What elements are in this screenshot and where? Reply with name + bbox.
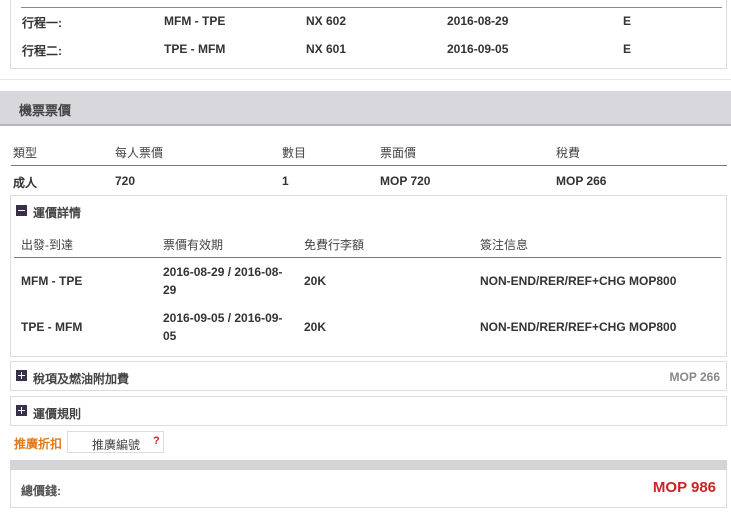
fare-rules-panel[interactable]: 運價規則 bbox=[10, 396, 727, 426]
expand-icon[interactable] bbox=[16, 370, 27, 381]
itinerary-class: E bbox=[623, 14, 632, 28]
details-endorsement: NON-END/RER/REF+CHG MOP800 bbox=[480, 320, 677, 334]
expand-icon[interactable] bbox=[16, 405, 27, 416]
fare-header-divider bbox=[11, 165, 727, 166]
fare-header-per-person: 每人票價 bbox=[115, 146, 164, 160]
details-validity: 2016-08-29 / 2016-08- bbox=[163, 265, 283, 279]
itinerary-flight: NX 601 bbox=[306, 42, 347, 56]
total-label: 總價錢: bbox=[21, 484, 61, 498]
taxes-toggle[interactable]: 稅項及燃油附加費 bbox=[33, 370, 129, 387]
details-route: MFM - TPE bbox=[21, 274, 83, 288]
fare-type: 成人 bbox=[13, 176, 38, 190]
fare-header-face: 票面價 bbox=[380, 146, 417, 160]
fare-face-value: MOP 720 bbox=[380, 174, 431, 188]
fare-header-type: 類型 bbox=[13, 146, 38, 160]
total-header-bar bbox=[10, 460, 727, 470]
fare-rules-toggle[interactable]: 運價規則 bbox=[33, 405, 81, 422]
fare-header-tax: 稅費 bbox=[556, 146, 581, 160]
itinerary-divider bbox=[21, 7, 722, 8]
details-baggage: 20K bbox=[304, 320, 327, 334]
promo-code-placeholder: 推廣編號 bbox=[92, 438, 141, 452]
taxes-value: MOP 266 bbox=[669, 370, 720, 384]
fare-per-person: 720 bbox=[115, 174, 136, 188]
section-separator bbox=[0, 79, 731, 80]
fare-tax: MOP 266 bbox=[556, 174, 607, 188]
itinerary-date: 2016-08-29 bbox=[447, 14, 509, 28]
promo-label: 推廣折扣 bbox=[14, 437, 63, 451]
details-validity: 2016-09-05 / 2016-09- bbox=[163, 311, 283, 325]
itinerary-flight: NX 602 bbox=[306, 14, 347, 28]
details-validity-cont: 29 bbox=[163, 283, 177, 297]
itinerary-row: 行程一: MFM - TPE NX 602 2016-08-29 E bbox=[11, 14, 726, 34]
details-header-endorsement: 簽注信息 bbox=[480, 238, 529, 252]
details-route: TPE - MFM bbox=[21, 320, 83, 334]
total-box: 總價錢: MOP 986 bbox=[10, 470, 727, 508]
details-header-validity: 票價有效期 bbox=[163, 238, 224, 252]
fare-header-count: 數目 bbox=[282, 146, 307, 160]
fare-details-toggle[interactable]: 運價詳情 bbox=[33, 204, 81, 221]
itinerary-label: 行程一: bbox=[22, 16, 62, 30]
itinerary-date: 2016-09-05 bbox=[447, 42, 509, 56]
promo-code-input[interactable]: 推廣編號 ? bbox=[67, 431, 164, 453]
details-baggage: 20K bbox=[304, 274, 327, 288]
itinerary-route: MFM - TPE bbox=[164, 14, 226, 28]
taxes-panel[interactable]: 稅項及燃油附加費 MOP 266 bbox=[10, 361, 727, 391]
itinerary-class: E bbox=[623, 42, 632, 56]
details-validity-cont: 05 bbox=[163, 329, 177, 343]
details-header-route: 出發-到達 bbox=[21, 238, 73, 252]
fare-count: 1 bbox=[282, 174, 289, 188]
details-header-baggage: 免費行李額 bbox=[304, 238, 365, 252]
help-icon[interactable]: ? bbox=[153, 435, 160, 447]
itinerary-row: 行程二: TPE - MFM NX 601 2016-09-05 E bbox=[11, 42, 726, 62]
itinerary-box: 行程一: MFM - TPE NX 602 2016-08-29 E 行程二: … bbox=[10, 0, 727, 69]
details-endorsement: NON-END/RER/REF+CHG MOP800 bbox=[480, 274, 677, 288]
details-header-divider bbox=[14, 257, 721, 258]
collapse-icon[interactable] bbox=[16, 205, 27, 216]
itinerary-label: 行程二: bbox=[22, 44, 62, 58]
fare-section-header: 機票票價 bbox=[0, 91, 731, 126]
total-price: MOP 986 bbox=[652, 479, 716, 496]
fare-section-title: 機票票價 bbox=[19, 103, 72, 118]
itinerary-route: TPE - MFM bbox=[164, 42, 226, 56]
